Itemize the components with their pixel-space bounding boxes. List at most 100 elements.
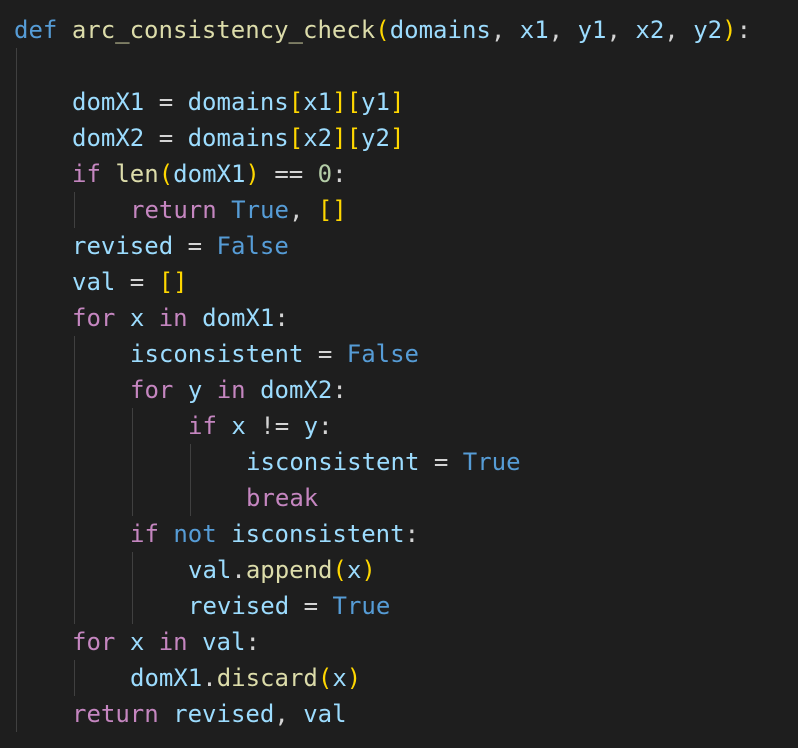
code-area[interactable]: def arc_consistency_check(domains, x1, y… bbox=[14, 12, 798, 732]
code-token: domX2 bbox=[72, 124, 145, 152]
code-line-content: val.append(x) bbox=[188, 556, 376, 584]
indent-guide bbox=[16, 480, 17, 516]
indent-guide bbox=[74, 372, 75, 408]
code-token: in bbox=[158, 304, 188, 332]
code-editor[interactable]: def arc_consistency_check(domains, x1, y… bbox=[0, 0, 798, 748]
indent-guide bbox=[16, 372, 17, 408]
code-token: , bbox=[274, 700, 304, 728]
code-line[interactable]: if not isconsistent: bbox=[14, 516, 798, 552]
code-token: = bbox=[144, 88, 188, 116]
code-line-content: domX1.discard(x) bbox=[130, 664, 361, 692]
code-token: x bbox=[346, 556, 362, 584]
code-token: x2 bbox=[303, 124, 333, 152]
code-line[interactable]: domX1.discard(x) bbox=[14, 660, 798, 696]
code-token: len bbox=[115, 160, 159, 188]
code-token: True bbox=[231, 196, 289, 224]
code-token: domX1 bbox=[202, 304, 275, 332]
code-line-content: if len(domX1) == 0: bbox=[72, 160, 347, 188]
code-line[interactable]: isconsistent = True bbox=[14, 444, 798, 480]
indent-guide bbox=[16, 444, 17, 480]
code-token: , bbox=[288, 196, 318, 224]
code-token: y2 bbox=[361, 124, 390, 152]
code-line[interactable]: return True, [] bbox=[14, 192, 798, 228]
indent-guide bbox=[74, 480, 75, 516]
code-token: break bbox=[246, 484, 319, 512]
code-line[interactable] bbox=[14, 48, 798, 84]
indent-guide bbox=[16, 588, 17, 624]
code-line-content: isconsistent = False bbox=[130, 340, 419, 368]
code-token: [ bbox=[288, 124, 304, 152]
code-token: y1 bbox=[577, 16, 607, 44]
code-line-content: revised = True bbox=[188, 592, 390, 620]
code-line[interactable]: val = [] bbox=[14, 264, 798, 300]
code-line[interactable]: break bbox=[14, 480, 798, 516]
code-token: isconsistent bbox=[130, 340, 304, 368]
code-token: return bbox=[72, 700, 159, 728]
code-line[interactable]: revised = False bbox=[14, 228, 798, 264]
code-token: : bbox=[332, 160, 347, 188]
code-token: , bbox=[490, 16, 520, 44]
code-line[interactable]: for x in domX1: bbox=[14, 300, 798, 336]
code-token: . bbox=[231, 556, 246, 584]
code-token: in bbox=[158, 628, 188, 656]
code-token: domains bbox=[389, 16, 491, 44]
code-token: def bbox=[14, 16, 58, 44]
code-line[interactable]: def arc_consistency_check(domains, x1, y… bbox=[14, 12, 798, 48]
code-token: discard bbox=[216, 664, 318, 692]
code-token: y1 bbox=[361, 88, 390, 116]
code-token: isconsistent bbox=[231, 520, 405, 548]
code-line[interactable]: domX2 = domains[x2][y2] bbox=[14, 120, 798, 156]
indent-guide bbox=[16, 156, 17, 192]
code-line-content: if not isconsistent: bbox=[130, 520, 419, 548]
code-line-content: for y in domX2: bbox=[130, 376, 347, 404]
code-token: revised bbox=[173, 700, 275, 728]
code-line[interactable]: val.append(x) bbox=[14, 552, 798, 588]
code-token: x1 bbox=[303, 88, 333, 116]
indent-guide bbox=[132, 444, 133, 480]
indent-guide bbox=[16, 696, 17, 732]
code-line[interactable]: for x in val: bbox=[14, 624, 798, 660]
code-token: domains bbox=[187, 88, 289, 116]
code-line-content: for x in domX1: bbox=[72, 304, 289, 332]
code-line[interactable]: isconsistent = False bbox=[14, 336, 798, 372]
code-token: val bbox=[188, 556, 232, 584]
code-token: = bbox=[144, 124, 188, 152]
code-line[interactable]: if len(domX1) == 0: bbox=[14, 156, 798, 192]
code-token: False bbox=[346, 340, 419, 368]
code-token: append bbox=[245, 556, 333, 584]
code-line-content: domX1 = domains[x1][y1] bbox=[72, 88, 404, 116]
code-token: domX2 bbox=[260, 376, 333, 404]
code-line[interactable]: if x != y: bbox=[14, 408, 798, 444]
indent-guide bbox=[132, 588, 133, 624]
code-line[interactable]: domX1 = domains[x1][y1] bbox=[14, 84, 798, 120]
code-line[interactable]: revised = True bbox=[14, 588, 798, 624]
code-token: x bbox=[231, 412, 246, 440]
code-line-content: return True, [] bbox=[130, 196, 347, 224]
code-token: return bbox=[130, 196, 217, 224]
code-token: x1 bbox=[519, 16, 549, 44]
code-token: 0 bbox=[317, 160, 333, 188]
code-token: = bbox=[289, 592, 333, 620]
indent-guide bbox=[132, 408, 133, 444]
code-token: y bbox=[187, 376, 203, 404]
code-token: domX1 bbox=[130, 664, 203, 692]
code-token: val bbox=[303, 700, 347, 728]
indent-guide bbox=[74, 192, 75, 228]
code-line[interactable]: return revised, val bbox=[14, 696, 798, 732]
code-token: , bbox=[664, 16, 694, 44]
indent-guide bbox=[74, 588, 75, 624]
indent-guide bbox=[16, 264, 17, 300]
code-token: : bbox=[404, 520, 420, 548]
code-line[interactable]: for y in domX2: bbox=[14, 372, 798, 408]
code-token: x bbox=[129, 304, 145, 332]
code-token: = bbox=[173, 232, 217, 260]
indent-guide bbox=[132, 480, 133, 516]
